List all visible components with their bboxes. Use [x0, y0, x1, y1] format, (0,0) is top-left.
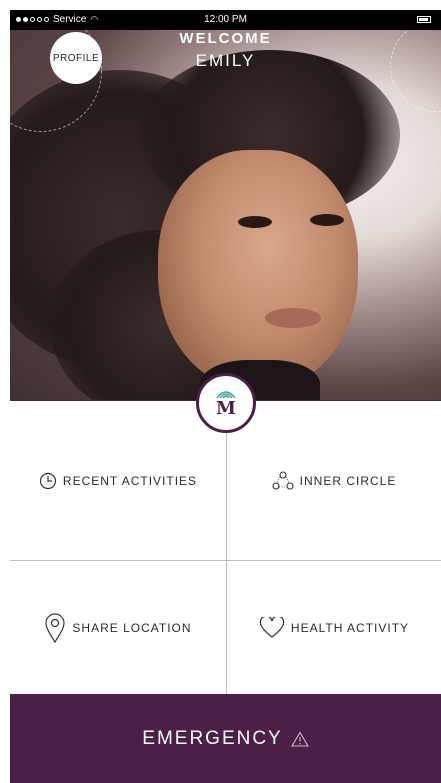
battery-icon — [417, 16, 431, 23]
status-bar: Service ◠ 12:00 PM — [10, 10, 441, 30]
inner-circle-label: INNER CIRCLE — [299, 473, 397, 488]
logo-letter: M — [216, 397, 236, 419]
action-grid: RECENT ACTIVITIES INNER CIRCLE SHARE LOC… — [10, 400, 441, 695]
emergency-button[interactable]: EMERGENCY — [10, 694, 441, 783]
app-logo-button[interactable]: M — [196, 373, 256, 433]
inner-circle-icon — [272, 470, 294, 491]
clock-icon — [39, 472, 57, 490]
recent-activities-tile[interactable]: RECENT ACTIVITIES — [10, 401, 227, 561]
share-location-tile[interactable]: SHARE LOCATION — [10, 561, 227, 695]
eye-shape — [238, 216, 272, 228]
health-activity-tile[interactable]: HEALTH ACTIVITY — [227, 561, 441, 695]
health-activity-label: HEALTH ACTIVITY — [290, 621, 410, 635]
app-screen: Service ◠ 12:00 PM PROFILE WELCOME EMILY… — [10, 10, 441, 783]
eye-shape — [310, 214, 344, 226]
emergency-label: EMERGENCY — [142, 727, 283, 749]
user-name: EMILY — [195, 51, 256, 70]
status-time: 12:00 PM — [204, 14, 247, 25]
profile-photo — [10, 30, 441, 410]
warning-icon — [290, 730, 309, 747]
welcome-header: WELCOME EMILY — [10, 30, 441, 71]
location-pin-icon — [44, 612, 66, 644]
face-shape — [158, 150, 358, 390]
share-location-label: SHARE LOCATION — [72, 621, 192, 635]
recent-activities-label: RECENT ACTIVITIES — [62, 473, 198, 488]
inner-circle-tile[interactable]: INNER CIRCLE — [227, 401, 441, 561]
heart-icon — [259, 617, 285, 639]
welcome-title: WELCOME — [179, 30, 272, 47]
lips-shape — [265, 308, 321, 328]
